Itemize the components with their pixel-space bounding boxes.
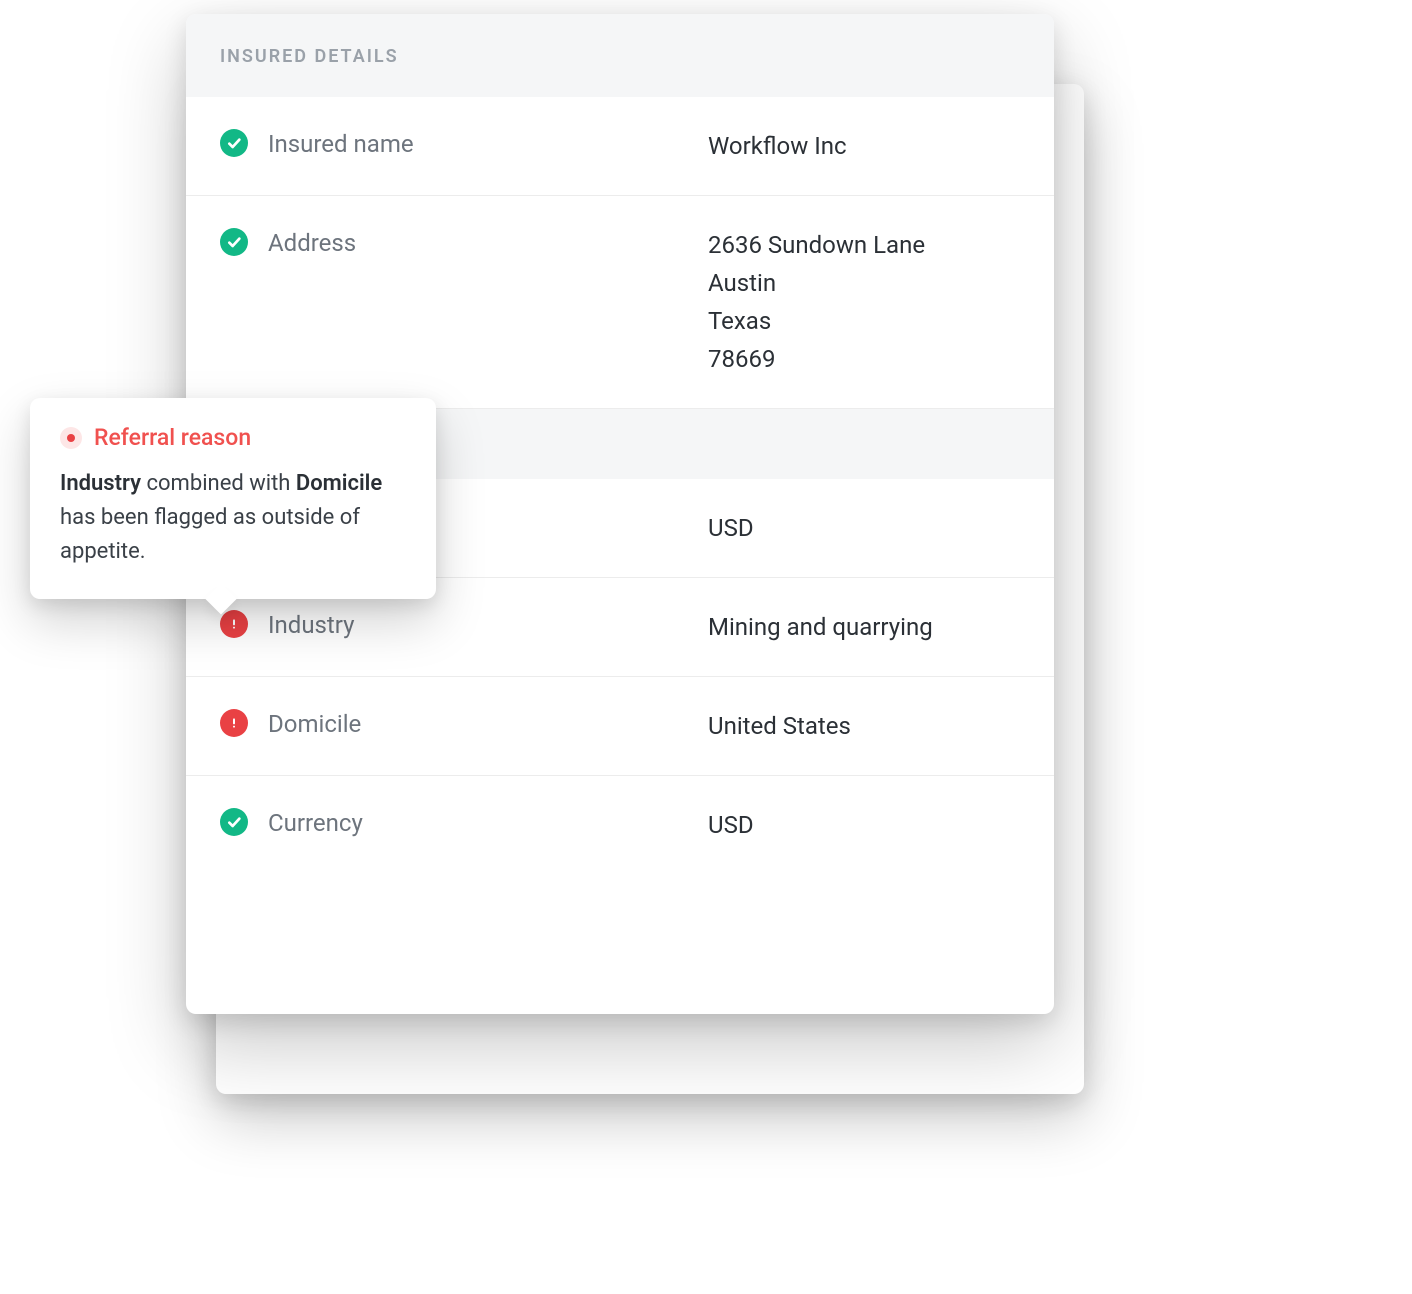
row-label: Industry (268, 608, 708, 642)
row-address: Address 2636 Sundown LaneAustinTexas7866… (186, 196, 1054, 409)
check-icon (220, 129, 248, 157)
alert-icon (220, 610, 248, 638)
row-insured-name: Insured name Workflow Inc (186, 97, 1054, 196)
check-icon (220, 228, 248, 256)
row-value: United States (708, 707, 1020, 745)
row-value: 2636 Sundown LaneAustinTexas78669 (708, 226, 1020, 378)
row-label: Insured name (268, 127, 708, 161)
popover-body: Industry combined with Domicile has been… (60, 467, 406, 569)
row-value: USD (708, 509, 1020, 547)
row-label: Address (268, 226, 708, 260)
pulse-dot-icon (60, 427, 82, 449)
popover-bold-industry: Industry (60, 471, 141, 496)
row-label: Domicile (268, 707, 708, 741)
row-value: USD (708, 806, 1020, 844)
section-title: INSURED DETAILS (220, 46, 1020, 67)
popover-text: has been flagged as outside of appetite. (60, 505, 360, 564)
row-label: Currency (268, 806, 708, 840)
check-icon (220, 808, 248, 836)
row-domicile: Domicile United States (186, 677, 1054, 776)
popover-text: combined with (141, 471, 296, 496)
referral-reason-popover: Referral reason Industry combined with D… (30, 398, 436, 599)
row-value: Mining and quarrying (708, 608, 1020, 646)
row-value: Workflow Inc (708, 127, 1020, 165)
popover-bold-domicile: Domicile (296, 471, 382, 496)
alert-icon (220, 709, 248, 737)
popover-title: Referral reason (94, 424, 251, 451)
row-currency: Currency USD (186, 776, 1054, 874)
section-header: INSURED DETAILS (186, 14, 1054, 97)
